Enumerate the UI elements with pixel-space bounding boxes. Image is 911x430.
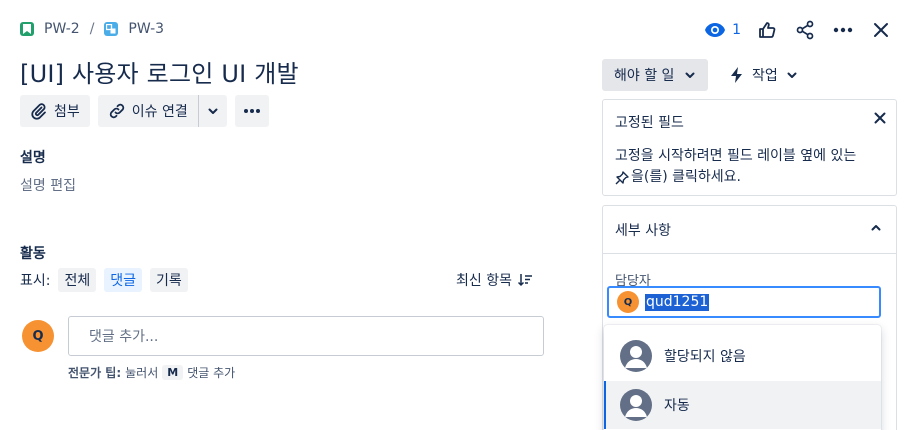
assignee-option-auto[interactable]: 자동 (604, 381, 881, 429)
filter-all[interactable]: 전체 (58, 268, 97, 292)
activity-filter: 표시: 전체 댓글 기록 (20, 268, 188, 292)
assignee-input[interactable]: Q qud1251 (607, 286, 881, 318)
link-issue-label: 이슈 연결 (131, 104, 188, 120)
current-user-avatar: Q (22, 320, 54, 352)
close-button[interactable] (867, 16, 895, 44)
issue-header-actions: 1 (704, 16, 895, 44)
watch-button[interactable]: 1 (704, 22, 743, 38)
attach-button[interactable]: 첨부 (20, 95, 90, 127)
paperclip-icon (31, 103, 46, 120)
link-issue-button[interactable]: 이슈 연결 (97, 95, 198, 127)
attach-label: 첨부 (54, 104, 80, 120)
issue-toolbar: 첨부 이슈 연결 (20, 95, 269, 127)
actions-dropdown[interactable]: 작업 (730, 59, 798, 91)
watchers-count: 1 (732, 22, 741, 38)
chevron-up-icon (871, 225, 881, 231)
tip-suffix: 댓글 추가 (187, 366, 236, 380)
filter-history[interactable]: 기록 (150, 268, 188, 292)
assignee-avatar: Q (617, 291, 639, 313)
tip-prefix: 전문가 팁: (68, 366, 122, 380)
details-collapse-button[interactable] (870, 222, 882, 238)
comment-input[interactable]: 댓글 추가... (68, 316, 544, 356)
tip-press: 눌러서 (125, 366, 159, 380)
activity-show-label: 표시: (20, 273, 51, 289)
sort-button[interactable]: 최신 항목 (456, 268, 532, 292)
subtask-icon (104, 22, 119, 36)
breadcrumb: PW-2 / PW-3 (20, 18, 164, 40)
assignee-value: qud1251 (645, 293, 710, 311)
actions-label: 작업 (752, 68, 778, 84)
link-icon (109, 103, 124, 119)
breadcrumb-current-link[interactable]: PW-3 (128, 21, 164, 37)
story-icon (20, 22, 34, 36)
assignee-option-unassigned[interactable]: 할당되지 않음 (604, 332, 881, 380)
more-actions-button[interactable] (829, 16, 857, 44)
eye-icon (705, 23, 726, 37)
default-user-avatar-icon (620, 389, 652, 421)
sort-label: 최신 항목 (456, 273, 512, 289)
pin-icon (615, 170, 629, 184)
pro-tip: 전문가 팁: 눌러서 M 댓글 추가 (68, 364, 235, 381)
issue-title[interactable]: [UI] 사용자 로그인 UI 개발 (20, 54, 299, 89)
description-heading: 설명 (20, 150, 46, 166)
close-icon (874, 112, 886, 124)
description-editor[interactable]: 설명 편집 (20, 175, 76, 195)
option-label: 할당되지 않음 (664, 349, 746, 365)
details-title[interactable]: 세부 사항 (615, 220, 671, 240)
share-icon (796, 20, 814, 40)
thumbs-up-icon (759, 22, 776, 38)
pinned-body-line2-row: 을(를) 클릭하세요. (615, 167, 875, 188)
default-user-avatar-icon (620, 340, 652, 372)
sort-descending-icon (517, 274, 532, 287)
close-icon (874, 23, 888, 37)
pinned-fields-body: 고정을 시작하려면 필드 레이블 옆에 있는 을(를) 클릭하세요. (615, 146, 875, 188)
pinned-body-line2: 을(를) 클릭하세요. (631, 169, 741, 185)
like-button[interactable] (753, 16, 781, 44)
chevron-down-icon (685, 72, 695, 78)
status-label: 해야 할 일 (614, 68, 675, 84)
toolbar-more-button[interactable] (234, 95, 269, 127)
pinned-body-line1: 고정을 시작하려면 필드 레이블 옆에 있는 (615, 148, 857, 164)
filter-comments[interactable]: 댓글 (104, 268, 143, 292)
chevron-down-icon (787, 72, 797, 78)
pinned-fields-close-button[interactable] (874, 112, 886, 128)
more-icon (833, 27, 853, 33)
comment-placeholder: 댓글 추가... (89, 329, 159, 345)
status-dropdown[interactable]: 해야 할 일 (602, 59, 709, 91)
pinned-fields-card: 고정된 필드 고정을 시작하려면 필드 레이블 옆에 있는 을(를) 클릭하세요… (602, 99, 897, 196)
link-issue-split-button: 이슈 연결 (97, 95, 227, 127)
breadcrumb-separator: / (89, 21, 95, 37)
details-divider (603, 253, 896, 254)
activity-heading: 활동 (20, 246, 46, 262)
chevron-down-icon (208, 108, 218, 114)
link-issue-dropdown-button[interactable] (198, 95, 227, 127)
assignee-dropdown: 할당되지 않음 자동 (604, 325, 881, 430)
share-button[interactable] (791, 16, 819, 44)
more-icon (243, 109, 260, 113)
lightning-icon (731, 67, 742, 83)
pinned-fields-title: 고정된 필드 (615, 115, 684, 131)
option-label: 자동 (664, 398, 690, 414)
breadcrumb-parent-link[interactable]: PW-2 (44, 21, 80, 37)
shortcut-key: M (162, 365, 184, 380)
